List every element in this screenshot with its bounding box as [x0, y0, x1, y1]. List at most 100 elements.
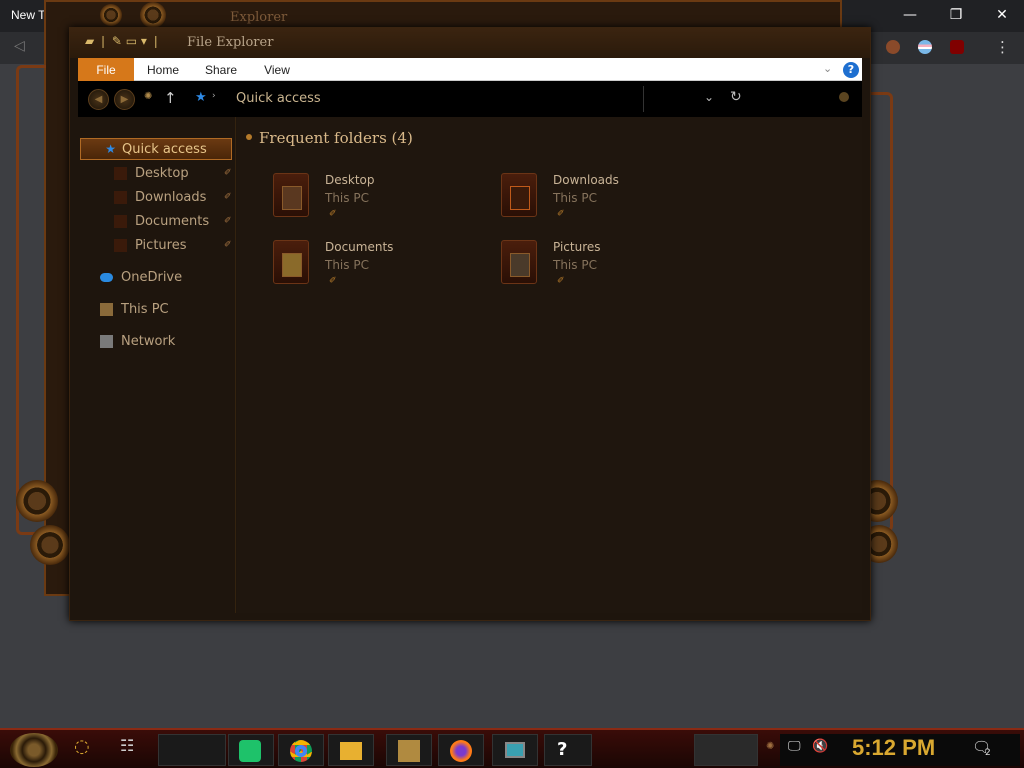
sidebar-item-label: Desktop [135, 165, 189, 181]
navigation-pane: ★ Quick access Desktop ✐ Downloads ✐ Doc… [78, 117, 236, 613]
chevron-right-icon: › [212, 91, 216, 101]
taskbar-app-monitor[interactable] [492, 734, 538, 766]
tab-view[interactable]: View [256, 58, 298, 81]
sidebar-item-label: Downloads [135, 189, 207, 205]
recent-locations-icon[interactable]: ✺ [144, 91, 152, 102]
folder-location: This PC [553, 191, 597, 205]
folder-location: This PC [325, 191, 369, 205]
folder-location: This PC [553, 258, 597, 272]
browser-menu-icon[interactable]: ⋮ [995, 38, 1010, 56]
taskbar: ◌ ☷ ? ✺ 🖵 🔇 5:12 PM 🗨 2 [0, 728, 1024, 768]
taskbar-slot[interactable] [158, 734, 226, 766]
pin-icon: ✐ [224, 216, 232, 226]
monitor-icon [505, 742, 525, 758]
cloud-icon [100, 272, 113, 282]
spreadsheet-icon [239, 740, 261, 762]
profile-avatar-icon[interactable] [886, 40, 900, 54]
start-button[interactable] [10, 733, 58, 767]
taskbar-slot[interactable] [694, 734, 758, 766]
forward-button[interactable]: ▶ [114, 89, 135, 110]
pin-icon: ✐ [329, 209, 337, 219]
task-view-icon[interactable]: ☷ [120, 736, 144, 760]
sidebar-item-desktop[interactable]: Desktop ✐ [78, 162, 234, 184]
extension-flag-icon[interactable] [918, 40, 932, 54]
folder-location: This PC [325, 258, 369, 272]
taskbar-app-chrome[interactable] [278, 734, 324, 766]
sidebar-item-network[interactable]: Network [78, 330, 234, 352]
gear-icon [30, 525, 70, 565]
up-arrow-icon[interactable]: ↑ [164, 89, 177, 107]
folder-tile-desktop[interactable]: Desktop This PC ✐ [273, 173, 473, 227]
star-icon: ★ [105, 142, 117, 156]
steampunk-frame-right [868, 92, 893, 532]
steampunk-frame-left [16, 65, 46, 535]
folder-icon [340, 742, 362, 760]
pin-icon: ✐ [224, 240, 232, 250]
help-chat-icon: ? [557, 739, 568, 760]
folder-tile-downloads[interactable]: Downloads This PC ✐ [501, 173, 701, 227]
taskbar-app-firefox[interactable] [438, 734, 484, 766]
back-icon[interactable]: ◁ [14, 38, 25, 54]
pin-icon: ✐ [557, 276, 565, 286]
tab-home[interactable]: Home [140, 58, 186, 81]
restore-button[interactable]: ❐ [933, 0, 979, 30]
taskbar-app-sheets[interactable] [228, 734, 274, 766]
window-title: File Explorer [187, 35, 274, 50]
sidebar-item-this-pc[interactable]: This PC [78, 298, 234, 320]
ribbon-tabs: File Home Share View ⌄ ? [78, 58, 862, 81]
sidebar-item-pictures[interactable]: Pictures ✐ [78, 234, 234, 256]
sidebar-item-quick-access[interactable]: ★ Quick access [80, 138, 232, 160]
group-header[interactable]: Frequent folders (4) [259, 129, 413, 147]
folder-tile-documents[interactable]: Documents This PC ✐ [273, 240, 473, 294]
clock[interactable]: 5:12 PM [852, 735, 935, 761]
tray-overflow-icon[interactable]: ✺ [766, 741, 774, 752]
network-icon[interactable]: 🖵 [788, 739, 801, 754]
folder-name: Desktop [325, 173, 375, 187]
sidebar-item-label: This PC [121, 301, 169, 317]
taskbar-app-help[interactable]: ? [544, 734, 592, 766]
volume-muted-icon[interactable]: 🔇 [812, 739, 828, 754]
sidebar-item-label: Network [121, 333, 176, 349]
back-button[interactable]: ◀ [88, 89, 109, 110]
taskbar-app-explorer[interactable] [328, 734, 374, 766]
pin-icon: ✐ [329, 276, 337, 286]
tab-share[interactable]: Share [198, 58, 244, 81]
browser-tab-title[interactable]: New T [11, 8, 45, 22]
sidebar-item-label: Documents [135, 213, 210, 229]
taskbar-app-game[interactable] [386, 734, 432, 766]
gear-icon [140, 2, 166, 28]
folder-tile-pictures[interactable]: Pictures This PC ✐ [501, 240, 701, 294]
background-window-title: Explorer [230, 10, 288, 25]
address-bar[interactable]: ★ › Quick access ⌄ ↻ [190, 86, 742, 112]
navigation-bar: ◀ ▶ ✺ ↑ ★ › Quick access ⌄ ↻ [78, 81, 862, 117]
address-text: Quick access [236, 91, 321, 106]
file-list[interactable]: Frequent folders (4) Desktop This PC ✐ D… [237, 117, 862, 613]
title-bar[interactable]: ▰ ❘ ✎ ▭ ▾ ❘ File Explorer [70, 28, 870, 58]
minimize-button[interactable]: — [887, 0, 933, 30]
computer-icon [100, 302, 113, 316]
tab-file[interactable]: File [78, 58, 134, 81]
downloads-folder-icon [501, 173, 537, 217]
pin-icon: ✐ [224, 168, 232, 178]
star-icon: ★ [195, 90, 207, 105]
close-button[interactable]: ✕ [979, 0, 1024, 30]
chrome-icon [290, 740, 312, 762]
pictures-folder-icon [501, 240, 537, 284]
folder-name: Documents [325, 240, 394, 254]
documents-folder-icon [273, 240, 309, 284]
search-icon[interactable]: ◌ [74, 736, 98, 760]
sidebar-item-downloads[interactable]: Downloads ✐ [78, 186, 234, 208]
search-input[interactable] [643, 86, 855, 112]
gear-icon [100, 4, 122, 26]
pin-icon: ✐ [224, 192, 232, 202]
expand-ribbon-icon[interactable]: ⌄ [823, 62, 832, 75]
group-bullet-icon [246, 134, 252, 140]
sidebar-item-onedrive[interactable]: OneDrive [78, 266, 234, 288]
file-explorer-window: ▰ ❘ ✎ ▭ ▾ ❘ File Explorer File Home Shar… [69, 27, 871, 621]
network-icon [100, 334, 113, 348]
ublock-icon[interactable] [950, 40, 964, 54]
sidebar-item-documents[interactable]: Documents ✐ [78, 210, 234, 232]
help-icon[interactable]: ? [843, 62, 859, 78]
search-icon [839, 92, 849, 102]
quick-access-toolbar-icon[interactable]: ▰ ❘ ✎ ▭ ▾ ❘ [85, 34, 161, 48]
